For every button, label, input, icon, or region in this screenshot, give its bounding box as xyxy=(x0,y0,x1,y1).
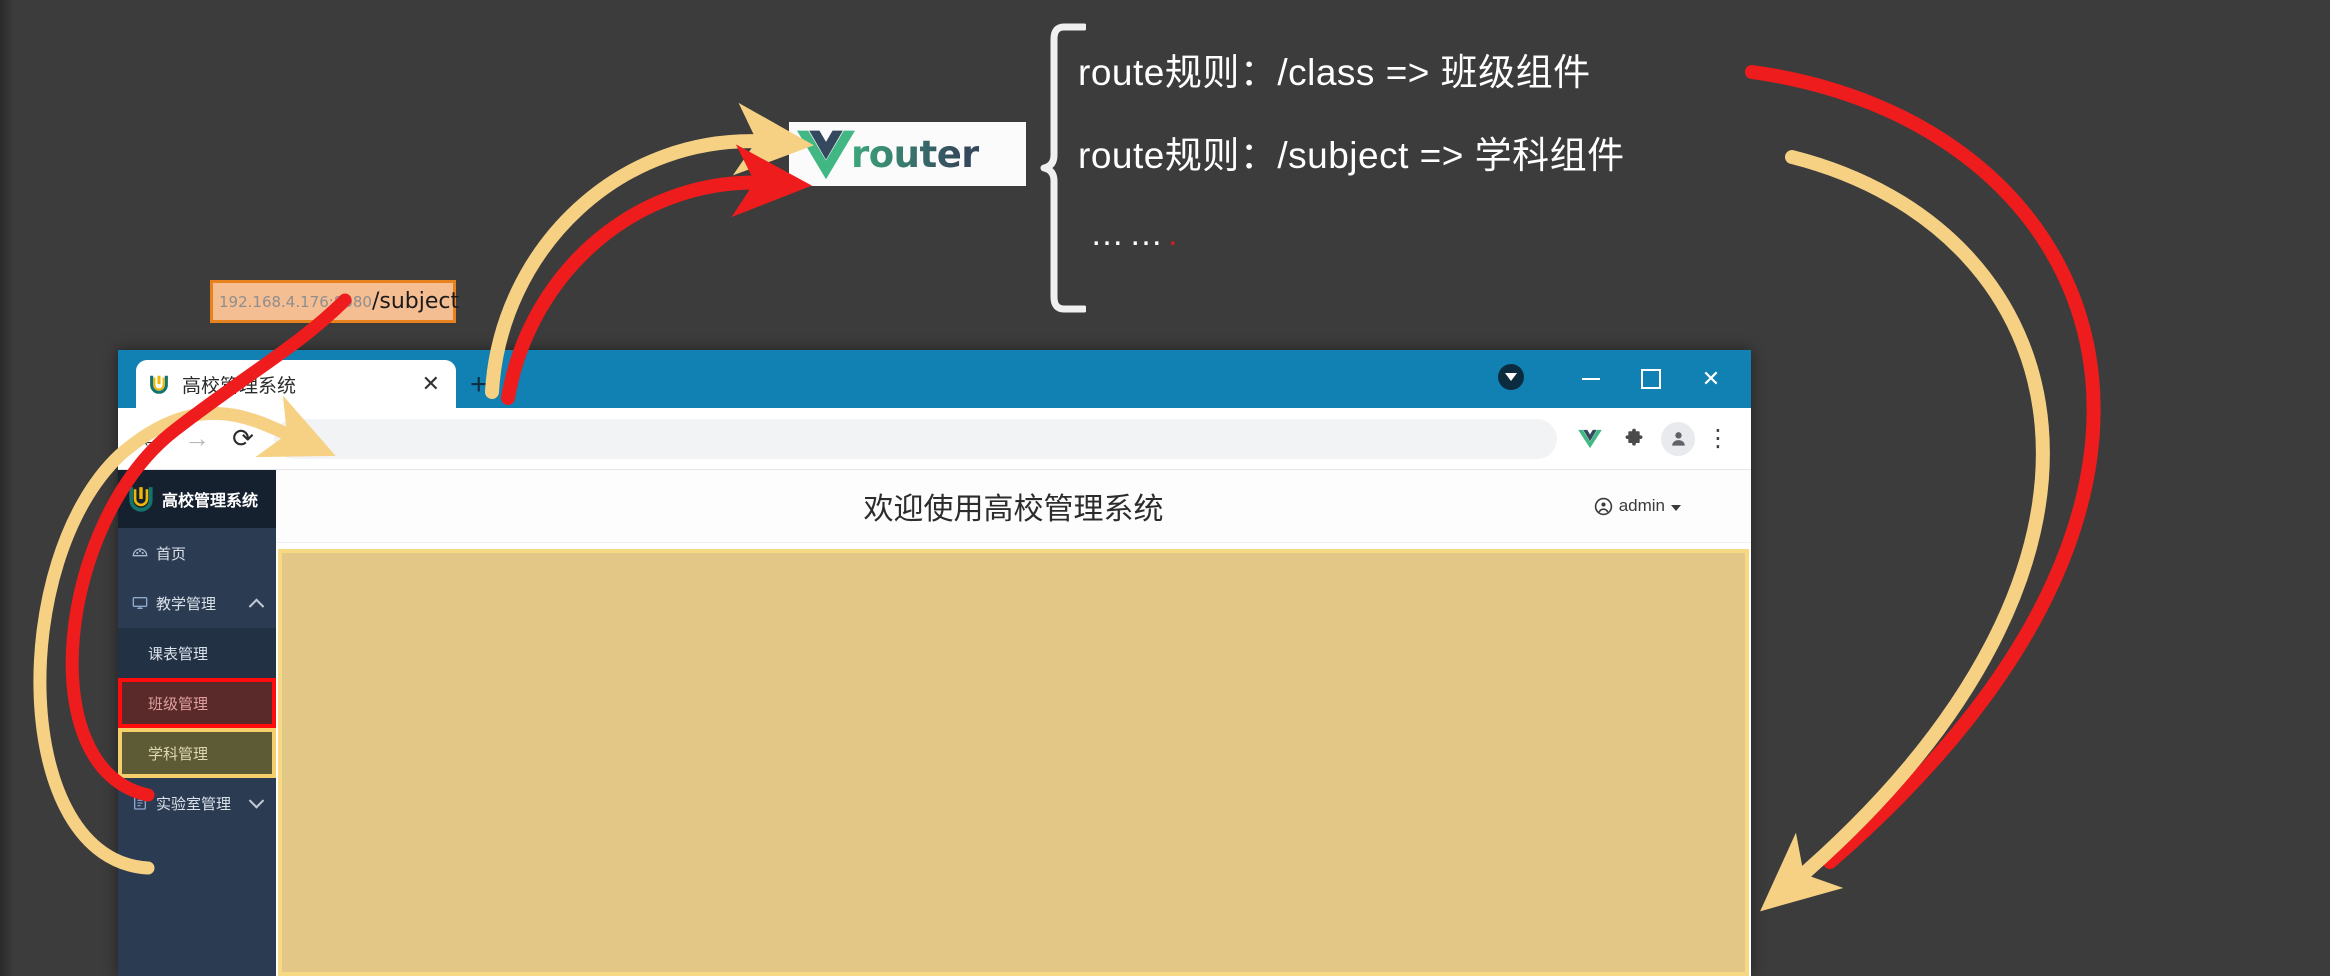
tab-search-icon[interactable] xyxy=(1498,364,1524,390)
sidebar-submenu: 课表管理 班级管理 学科管理 xyxy=(118,628,276,778)
browser-tab-title: 高校管理系统 xyxy=(182,375,297,397)
content-area-highlight xyxy=(278,549,1749,976)
user-name: admin xyxy=(1618,496,1665,515)
app-content-header: 欢迎使用高校管理系统 admin xyxy=(276,470,1751,543)
route-rule-line-0: route规则：/class => 班级组件 xyxy=(1078,52,1591,93)
sidebar-subitem-label: 班级管理 xyxy=(148,695,209,713)
browser-tab-strip: 高校管理系统 ✕ + ✕ xyxy=(118,350,1751,408)
sidebar-subitem-class[interactable]: 班级管理 xyxy=(118,678,276,728)
reload-button[interactable]: ⟳ xyxy=(222,418,264,460)
sidebar-item-lab[interactable]: 实验室管理 xyxy=(118,778,276,828)
vue-router-wordmark: router xyxy=(851,132,980,176)
vue-router-logo: router xyxy=(789,122,1026,186)
document-icon xyxy=(134,796,146,810)
chevron-up-icon xyxy=(248,598,265,615)
address-bar[interactable] xyxy=(274,418,1557,459)
url-path-text: /subject xyxy=(371,289,460,314)
chevron-down-icon xyxy=(1671,505,1681,511)
url-host-text: 192.168.4.176:8080 xyxy=(219,292,372,311)
vue-devtools-icon[interactable] xyxy=(1569,418,1611,460)
app-brand: 高校管理系统 xyxy=(118,470,276,528)
sidebar-subitem-label: 学科管理 xyxy=(148,745,209,763)
sidebar-subitem-label: 课表管理 xyxy=(148,645,209,663)
sidebar-item-label: 实验室管理 xyxy=(156,795,232,813)
browser-tab[interactable]: 高校管理系统 ✕ xyxy=(136,360,456,408)
person-circle-icon xyxy=(1594,497,1612,515)
new-tab-button[interactable]: + xyxy=(470,370,488,400)
sidebar-item-label: 教学管理 xyxy=(156,595,217,613)
slide-left-edge-shade xyxy=(0,0,14,976)
user-menu[interactable]: admin xyxy=(1594,496,1681,516)
route-rule-line-1: route规则：/subject => 学科组件 xyxy=(1078,135,1625,176)
u-logo-icon xyxy=(129,487,153,512)
red-dot-marker: . xyxy=(1168,215,1183,253)
app-content-column: 欢迎使用高校管理系统 admin xyxy=(276,470,1751,976)
sidebar-subitem-schedule[interactable]: 课表管理 xyxy=(118,628,276,678)
u-logo-icon xyxy=(150,375,168,394)
three-dot-menu-icon[interactable]: ⋮ xyxy=(1697,418,1739,460)
browser-toolbar: ← → ⟳ ⋮ xyxy=(118,408,1751,470)
forward-button[interactable]: → xyxy=(176,418,218,460)
profile-avatar-icon[interactable] xyxy=(1661,421,1695,456)
window-maximize-button[interactable] xyxy=(1621,350,1681,408)
sidebar-item-teaching[interactable]: 教学管理 xyxy=(118,578,276,628)
chevron-down-icon xyxy=(248,793,265,809)
window-close-button[interactable]: ✕ xyxy=(1681,350,1741,408)
dashboard-icon xyxy=(132,548,148,557)
back-button[interactable]: ← xyxy=(130,418,172,460)
sidebar-item-label: 首页 xyxy=(156,545,187,563)
app-sidebar: 高校管理系统 首页 教学管理 课表管理 班级管理 学科管理 实验室管理 xyxy=(118,470,276,976)
vue-logo-icon xyxy=(797,130,855,180)
tab-close-icon[interactable]: ✕ xyxy=(418,373,444,395)
window-controls: ✕ xyxy=(1561,350,1741,408)
monitor-icon xyxy=(132,597,148,609)
web-page-body: 高校管理系统 首页 教学管理 课表管理 班级管理 学科管理 实验室管理 欢迎使用… xyxy=(118,470,1751,976)
page-title: 欢迎使用高校管理系统 xyxy=(863,493,1164,526)
sidebar-subitem-subject[interactable]: 学科管理 xyxy=(118,728,276,778)
ellipsis-text: …… xyxy=(1090,215,1168,253)
browser-window: 高校管理系统 ✕ + ✕ ← → ⟳ ⋮ 高校管理系统 首页 教学管理 课表管理… xyxy=(118,350,1751,976)
url-highlight-callout: 192.168.4.176:8080/subject xyxy=(210,280,460,323)
extensions-puzzle-icon[interactable] xyxy=(1613,418,1655,460)
route-rule-ellipsis: ……. xyxy=(1090,215,1182,254)
sidebar-item-home[interactable]: 首页 xyxy=(118,528,276,578)
app-brand-text: 高校管理系统 xyxy=(162,493,259,510)
window-minimize-button[interactable] xyxy=(1561,350,1621,408)
